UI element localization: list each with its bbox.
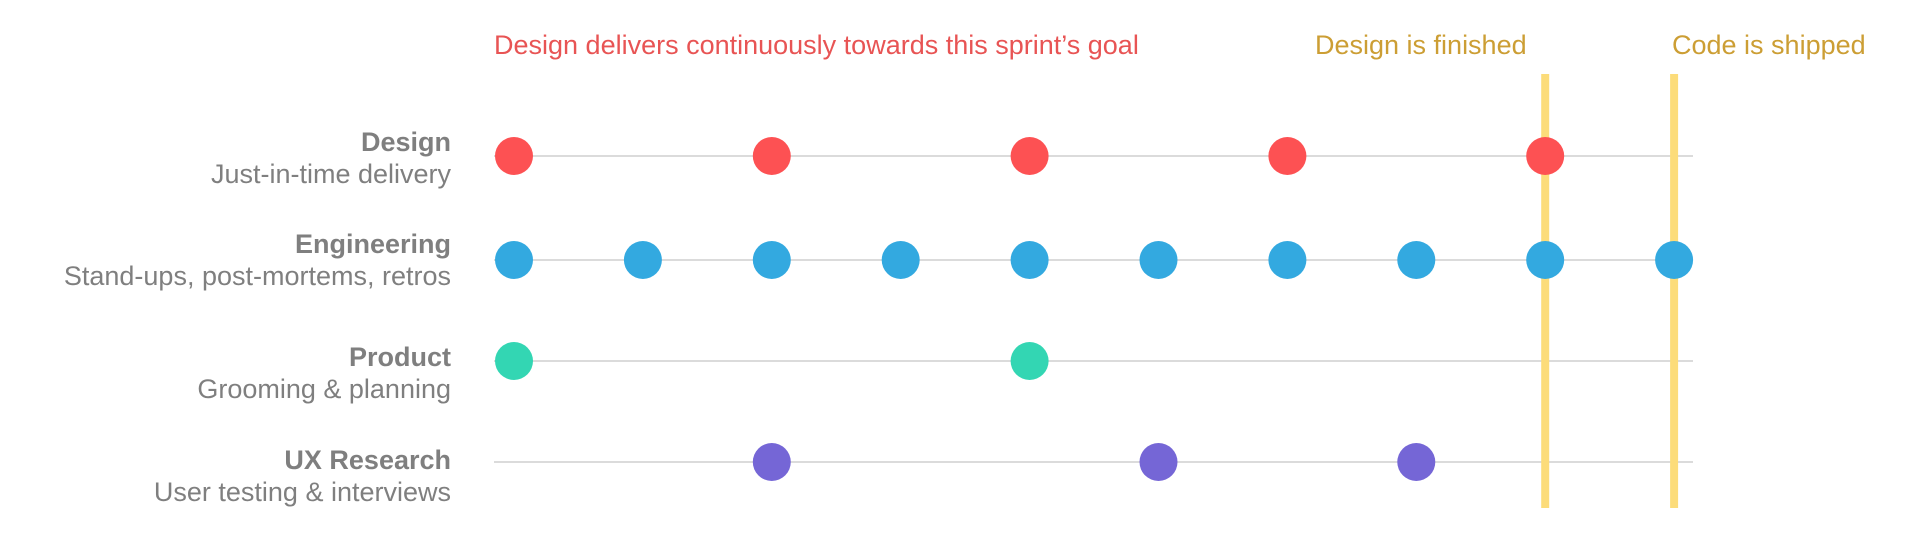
lane-title-product: Product bbox=[348, 342, 451, 372]
event-dot-design bbox=[752, 137, 791, 175]
event-dot-ux-research bbox=[1397, 443, 1436, 481]
sprint-goal-note: Design delivers continuously towards thi… bbox=[494, 30, 1139, 60]
event-dot-engineering bbox=[752, 241, 791, 279]
code-shipped-label: Code is shipped bbox=[1672, 30, 1866, 60]
event-dot-design bbox=[1010, 137, 1049, 175]
design-finished-label: Design is finished bbox=[1315, 30, 1527, 60]
event-dot-ux-research bbox=[752, 443, 791, 481]
event-dot-design bbox=[495, 137, 533, 175]
lane-title-design: Design bbox=[360, 127, 451, 157]
event-dot-engineering bbox=[881, 241, 920, 279]
event-dot-ux-research bbox=[1139, 443, 1178, 481]
event-dot-design bbox=[1526, 137, 1565, 175]
event-dots bbox=[495, 137, 1694, 481]
event-dot-engineering bbox=[1526, 241, 1565, 279]
lane-subtitle-design: Just-in-time delivery bbox=[210, 159, 451, 189]
lane-subtitle-product: Grooming & planning bbox=[197, 374, 451, 404]
event-dot-engineering bbox=[1655, 241, 1694, 279]
event-dot-engineering bbox=[495, 241, 533, 279]
event-dot-design bbox=[1268, 137, 1307, 175]
lane-title-ux-research: UX Research bbox=[284, 445, 451, 475]
event-dot-product bbox=[1010, 342, 1049, 380]
milestone-lines bbox=[1541, 74, 1679, 508]
lane-title-engineering: Engineering bbox=[294, 229, 451, 259]
lane-subtitle-ux-research: User testing & interviews bbox=[153, 477, 451, 507]
lane-subtitle-engineering: Stand-ups, post-mortems, retros bbox=[63, 261, 451, 291]
event-dot-engineering bbox=[1397, 241, 1436, 279]
lane-tracks bbox=[494, 155, 1693, 463]
event-dot-engineering bbox=[623, 241, 662, 279]
event-dot-engineering bbox=[1268, 241, 1307, 279]
event-dot-engineering bbox=[1010, 241, 1049, 279]
event-dot-engineering bbox=[1139, 241, 1178, 279]
event-dot-product bbox=[495, 342, 533, 380]
